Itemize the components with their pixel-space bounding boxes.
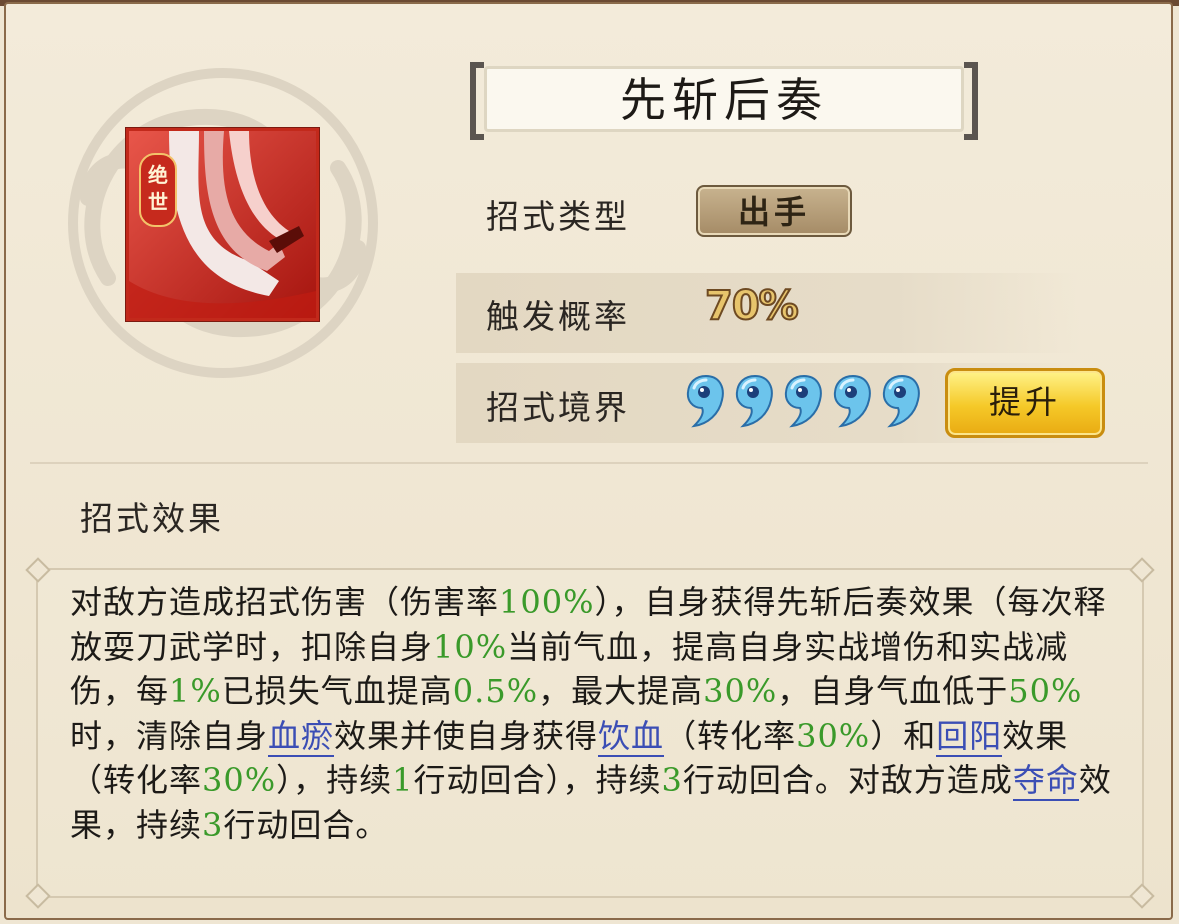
description-text: （转化率 (664, 716, 797, 755)
description-text: ，最大提高 (538, 672, 704, 710)
highlight-value: 3 (202, 805, 224, 844)
rarity-tag-text: 绝世 (148, 163, 168, 214)
description-text: 行动回合。对敌方造成 (682, 761, 1013, 799)
upgrade-button[interactable]: 提升 (945, 368, 1105, 438)
rate-value: 70% (704, 282, 800, 330)
realm-drop-icon (882, 374, 920, 428)
type-label: 招式类型 (486, 197, 630, 236)
section-divider (30, 462, 1148, 464)
type-badge: 出手 (696, 185, 852, 237)
status-keyword-link[interactable]: 回阳 (936, 716, 1003, 757)
level-label: 招式境界 (486, 388, 630, 427)
description-text: 行动回合。 (223, 805, 389, 844)
rate-label: 触发概率 (486, 297, 630, 336)
rarity-tag: 绝世 (139, 153, 177, 227)
effect-title: 招式效果 (80, 499, 224, 538)
highlight-value: 10% (433, 627, 508, 666)
highlight-value: 0.5% (452, 672, 539, 710)
status-keyword-link[interactable]: 夺命 (1012, 761, 1079, 801)
highlight-value: 30% (796, 716, 871, 755)
description-text: ）和 (870, 716, 937, 755)
realm-drop-icon (735, 374, 773, 428)
skill-icon[interactable]: 绝世 (126, 128, 319, 321)
description-text: 已损失气血提高 (221, 672, 453, 710)
description-text: 时，清除自身 (70, 716, 269, 755)
description-text: ），持续 (276, 761, 393, 799)
highlight-value: 50% (1008, 672, 1083, 710)
highlight-value: 100% (499, 583, 595, 621)
realm-drop-icon (784, 374, 822, 428)
highlight-value: 30% (202, 761, 277, 799)
skill-title-plate: 先斩后奏 (470, 62, 978, 140)
status-keyword-link[interactable]: 血瘀 (268, 716, 335, 757)
highlight-value: 3 (661, 761, 683, 799)
status-keyword-link[interactable]: 饮血 (598, 716, 665, 757)
realm-drop-icon (833, 374, 871, 428)
description-text: 效果并使自身获得 (334, 716, 599, 755)
skill-name: 先斩后奏 (484, 66, 964, 132)
title-bracket-right (964, 62, 978, 140)
description-text: ，自身气血低于 (777, 672, 1009, 710)
effect-description: 对敌方造成招式伤害（伤害率100%），自身获得先斩后奏效果（每次释放耍刀武学时，… (70, 580, 1130, 847)
realm-drop-icon (686, 374, 724, 428)
highlight-value: 1% (169, 672, 222, 710)
title-bracket-left (470, 62, 484, 140)
description-text: 行动回合），持续 (413, 761, 662, 799)
highlight-value: 30% (703, 672, 778, 710)
description-text: 对敌方造成招式伤害（伤害率 (70, 583, 500, 621)
highlight-value: 1 (392, 761, 414, 799)
